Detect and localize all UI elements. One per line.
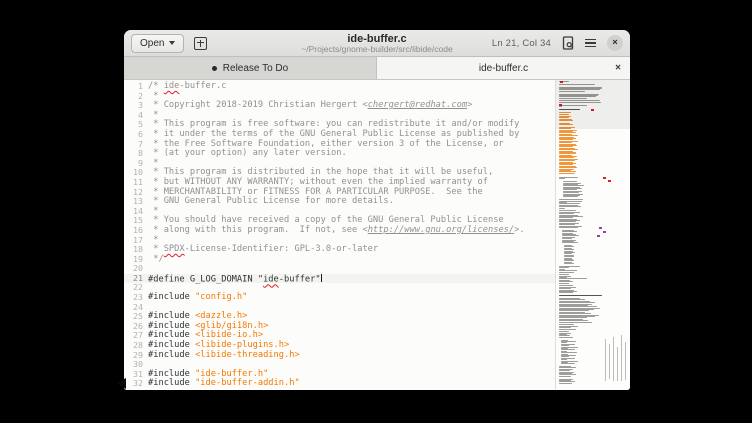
code-text: #include "ide-buffer-addin.h"	[148, 379, 300, 389]
code-text: /* ide-buffer.c	[148, 82, 226, 92]
line-number: 6	[124, 130, 148, 140]
code-line[interactable]: 16 * along with this program. If not, se…	[124, 226, 555, 236]
line-number: 32	[124, 379, 148, 389]
code-line[interactable]: 20	[124, 264, 555, 274]
code-line[interactable]: 29#include <libide-threading.h>	[124, 351, 555, 361]
line-number: 2	[124, 92, 148, 102]
tab-bar: Release To Do ide-buffer.c ×	[124, 57, 630, 80]
tab-label: Release To Do	[223, 63, 288, 74]
tab-new-icon	[194, 37, 207, 50]
editor-area: 1/* ide-buffer.c2 *3 * Copyright 2018-20…	[124, 80, 630, 390]
code-line[interactable]: 1/* ide-buffer.c	[124, 82, 555, 92]
minimap-marker	[603, 177, 606, 179]
code-text: * (at your option) any later version.	[148, 149, 347, 159]
code-text: */	[148, 255, 164, 265]
minimap-texture	[609, 344, 610, 379]
code-text: * GNU General Public License for more de…	[148, 197, 394, 207]
document-search-icon	[562, 36, 574, 50]
code-line[interactable]: 32#include "ide-buffer-addin.h"	[124, 379, 555, 389]
minimap-viewport[interactable]	[556, 80, 630, 129]
code-text: #define G_LOG_DOMAIN "ide-buffer"	[148, 274, 322, 284]
minimap-texture	[625, 342, 626, 380]
code-text: #include <libide-threading.h>	[148, 351, 300, 361]
open-button-label: Open	[140, 38, 164, 49]
line-col-indicator: Ln 21, Col 34	[492, 38, 551, 49]
tab-close-button[interactable]: ×	[615, 63, 621, 74]
new-tab-button[interactable]	[194, 37, 207, 50]
tab-label: ide-buffer.c	[479, 63, 528, 74]
open-button[interactable]: Open	[131, 34, 184, 53]
minimap-texture	[613, 337, 614, 381]
search-document-button[interactable]	[562, 36, 574, 50]
builder-window: Open ide-buffer.c ~/Projects/gnome-build…	[124, 30, 630, 390]
menu-button[interactable]	[585, 39, 596, 48]
header-bar: Open ide-buffer.c ~/Projects/gnome-build…	[124, 30, 630, 57]
code-line[interactable]: 23#include "config.h"	[124, 293, 555, 303]
minimap-marker	[603, 231, 606, 233]
line-number: 4	[124, 111, 148, 121]
code-text: * along with this program. If not, see <…	[148, 226, 525, 236]
code-line[interactable]: 21#define G_LOG_DOMAIN "ide-buffer"	[124, 274, 555, 284]
code-line[interactable]: 3 * Copyright 2018-2019 Christian Herger…	[124, 101, 555, 111]
minimap-texture	[617, 347, 618, 381]
code-line[interactable]: 13 * GNU General Public License for more…	[124, 197, 555, 207]
minimap-texture	[621, 335, 622, 381]
minimap-marker	[599, 227, 602, 229]
source-view[interactable]: 1/* ide-buffer.c2 *3 * Copyright 2018-20…	[124, 80, 555, 390]
code-line[interactable]: 8 * (at your option) any later version.	[124, 149, 555, 159]
text-cursor	[321, 274, 322, 283]
code-text: * SPDX-License-Identifier: GPL-3.0-or-la…	[148, 245, 378, 255]
line-number: 5	[124, 120, 148, 130]
close-icon: ×	[612, 38, 618, 48]
tab-ide-buffer[interactable]: ide-buffer.c ×	[377, 57, 630, 79]
line-number: 1	[124, 82, 148, 92]
minimap[interactable]	[555, 80, 630, 390]
tab-release-to-do[interactable]: Release To Do	[124, 57, 377, 79]
chevron-down-icon	[169, 41, 175, 45]
mouse-cursor	[117, 378, 126, 389]
modified-dot-icon	[212, 66, 217, 71]
code-line[interactable]: 19 */	[124, 255, 555, 265]
code-text: #include "config.h"	[148, 293, 247, 303]
code-line[interactable]: 18 * SPDX-License-Identifier: GPL-3.0-or…	[124, 245, 555, 255]
code-text: * Copyright 2018-2019 Christian Hergert …	[148, 101, 472, 111]
line-number: 3	[124, 101, 148, 111]
line-number: 8	[124, 149, 148, 159]
menu-icon	[585, 39, 596, 48]
minimap-marker	[597, 235, 600, 237]
minimap-marker	[608, 180, 611, 182]
window-close-button[interactable]: ×	[607, 35, 623, 51]
minimap-texture	[605, 339, 606, 381]
line-number: 7	[124, 140, 148, 150]
